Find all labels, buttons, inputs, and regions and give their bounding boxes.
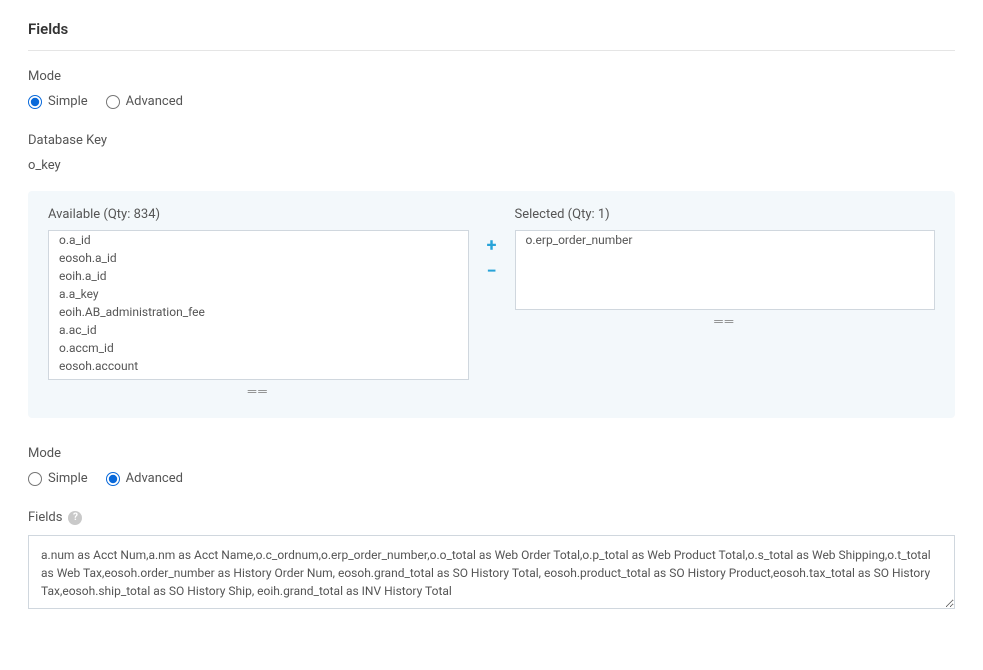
available-item[interactable]: o.a_id [49,231,468,249]
mode2-simple-radio[interactable] [28,472,42,486]
mode-radio-group-1: Simple Advanced [28,94,955,109]
field-picker-panel: Available (Qty: 834) o.a_ideosoh.a_ideoi… [28,191,955,418]
database-key-label: Database Key [28,133,955,148]
section-title: Fields [28,20,955,51]
available-item[interactable]: a.account_manager_id [49,375,468,380]
add-field-button[interactable]: + [483,237,501,255]
remove-field-button[interactable]: − [483,263,501,281]
database-key-value: o_key [28,158,955,173]
mode-radio-group-2: Simple Advanced [28,471,955,486]
mode1-simple-radio[interactable] [28,95,42,109]
mode1-advanced-radio[interactable] [106,95,120,109]
mode2-simple-label: Simple [48,471,88,486]
available-item[interactable]: o.accm_id [49,339,468,357]
mode2-advanced-option[interactable]: Advanced [106,471,183,486]
available-item[interactable]: eoih.a_id [49,267,468,285]
mode2-label: Mode [28,446,955,461]
mode-label: Mode [28,69,955,84]
fields-label: Fields [28,510,62,525]
selected-listbox[interactable]: o.erp_order_number [515,230,936,310]
mode1-advanced-label: Advanced [126,94,183,109]
mode2-advanced-label: Advanced [126,471,183,486]
drag-handle-icon[interactable]: ══ [515,314,936,328]
fields-textarea[interactable] [28,535,955,609]
available-item[interactable]: eosoh.a_id [49,249,468,267]
mode1-advanced-option[interactable]: Advanced [106,94,183,109]
mode2-advanced-radio[interactable] [106,472,120,486]
mode1-simple-label: Simple [48,94,88,109]
available-item[interactable]: a.a_key [49,285,468,303]
mode2-simple-option[interactable]: Simple [28,471,88,486]
available-item[interactable]: a.ac_id [49,321,468,339]
selected-header: Selected (Qty: 1) [515,207,936,222]
help-icon[interactable]: ? [68,511,82,525]
available-header: Available (Qty: 834) [48,207,469,222]
drag-handle-icon[interactable]: ══ [48,384,469,398]
available-listbox[interactable]: o.a_ideosoh.a_ideoih.a_ida.a_keyeoih.AB_… [48,230,469,380]
selected-item[interactable]: o.erp_order_number [516,231,935,249]
available-item[interactable]: eoih.AB_administration_fee [49,303,468,321]
mode1-simple-option[interactable]: Simple [28,94,88,109]
available-item[interactable]: eosoh.account [49,357,468,375]
